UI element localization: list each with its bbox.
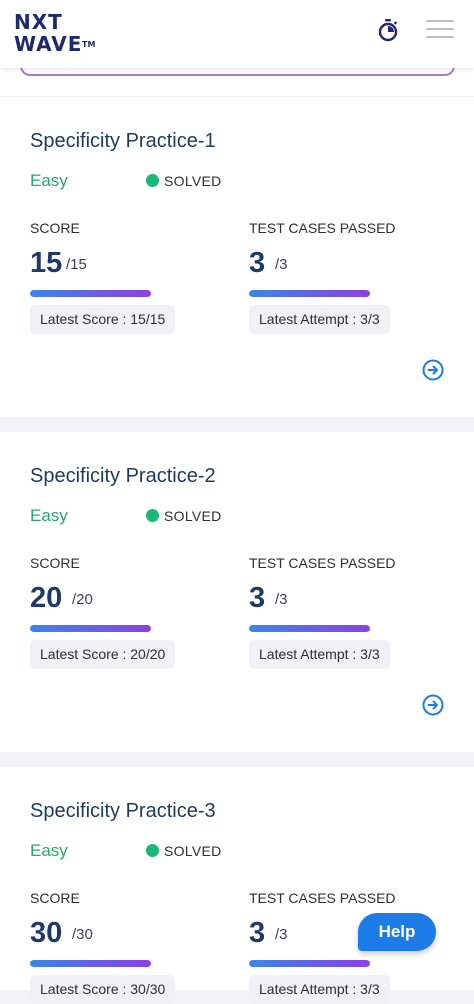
card-title: Specificity Practice-1 [30,130,216,152]
solved-dot-icon [146,509,159,522]
solved-dot-icon [146,844,159,857]
tests-total: /3 [275,926,288,943]
status-label: SOLVED [164,843,222,859]
test-cases-label: TEST CASES PASSED [249,220,396,236]
score-value: 30 [30,917,63,949]
card-title: Specificity Practice-3 [30,800,216,822]
hamburger-menu-icon[interactable] [426,20,454,40]
difficulty-label: Easy [30,841,68,860]
tests-value: 3 [249,917,266,949]
tests-value: 3 [249,582,266,614]
test-cases-label: TEST CASES PASSED [249,890,396,906]
score-total: /30 [72,926,93,943]
help-button[interactable]: Help [358,913,436,951]
top-header: NXT WAVE TM [0,0,474,68]
test-cases-label: TEST CASES PASSED [249,555,396,571]
status-label: SOLVED [164,508,222,524]
previous-card-edge [0,60,474,96]
latest-score-chip: Latest Score : 20/20 [30,640,176,669]
logo-line-1: NXT [14,10,63,34]
tests-progress-bar [249,290,370,297]
latest-score-chip: Latest Score : 15/15 [30,305,176,334]
score-label: SCORE [30,890,80,906]
score-progress-bar [30,625,151,632]
score-total: /15 [66,256,87,273]
arrow-right-circle-icon[interactable] [422,359,444,381]
tests-value: 3 [249,247,266,279]
latest-attempt-chip: Latest Attempt : 3/3 [249,305,390,334]
score-total: /20 [72,591,93,608]
nxtwave-logo[interactable]: NXT WAVE TM [14,10,104,56]
score-value: 20 [30,582,63,614]
status-label: SOLVED [164,173,222,189]
difficulty-label: Easy [30,506,68,525]
logo-line-2: WAVE [14,32,83,56]
practice-card: Specificity Practice-2 Easy SOLVED SCORE… [0,432,474,752]
score-progress-bar [30,960,151,967]
latest-attempt-chip: Latest Attempt : 3/3 [249,640,390,669]
score-label: SCORE [30,220,80,236]
score-value: 15 [30,247,63,279]
stopwatch-icon[interactable] [376,18,400,42]
arrow-right-circle-icon[interactable] [422,694,444,716]
solved-dot-icon [146,174,159,187]
tests-total: /3 [275,591,288,608]
practice-card: Specificity Practice-1 Easy SOLVED SCORE… [0,97,474,417]
logo-tm: TM [82,40,96,49]
tests-progress-bar [249,960,370,967]
score-label: SCORE [30,555,80,571]
card-title: Specificity Practice-2 [30,465,216,487]
difficulty-label: Easy [30,171,68,190]
tests-total: /3 [275,256,288,273]
practice-card: Specificity Practice-3 Easy SOLVED SCORE… [0,767,474,1004]
tests-progress-bar [249,625,370,632]
score-progress-bar [30,290,151,297]
